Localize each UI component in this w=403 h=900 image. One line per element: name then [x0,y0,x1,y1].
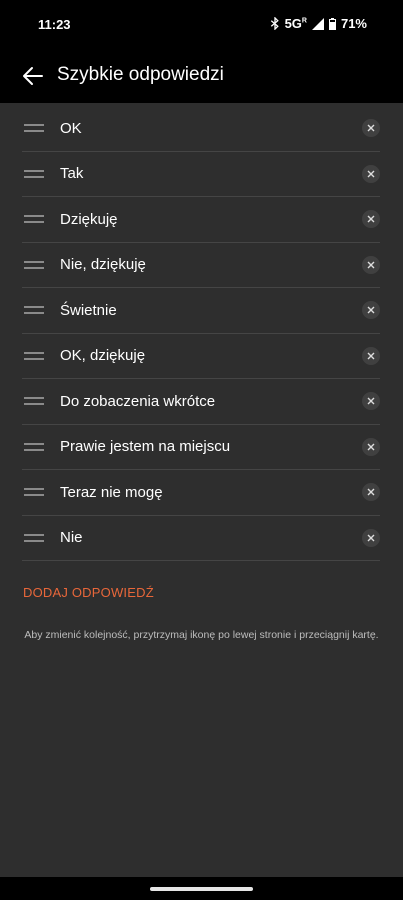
drag-handle-icon[interactable] [24,215,44,224]
bluetooth-icon [270,17,279,30]
network-type: 5GR [284,16,307,31]
navigation-bar [0,877,403,900]
list-item: Dziękuję [22,197,380,243]
status-icons: 5GR 71% [270,16,367,31]
page-title: Szybkie odpowiedzi [57,64,224,85]
drag-handle-icon[interactable] [24,124,44,133]
reply-label[interactable]: OK [60,120,82,137]
reply-label[interactable]: Tak [60,165,83,182]
reply-label[interactable]: OK, dziękuję [60,347,145,364]
drag-handle-icon[interactable] [24,397,44,406]
reply-label[interactable]: Do zobaczenia wkrótce [60,393,215,410]
close-icon[interactable] [362,301,380,320]
close-icon[interactable] [362,164,380,183]
status-time: 11:23 [38,17,71,32]
list-item: Świetnie [22,288,380,334]
list-item: Prawie jestem na miejscu [22,425,380,470]
close-icon[interactable] [362,255,380,274]
battery-level: 71% [340,16,367,31]
close-icon[interactable] [362,210,380,229]
reorder-hint: Aby zmienić kolejność, przytrzymaj ikonę… [24,629,379,641]
reply-label[interactable]: Nie [60,529,83,546]
close-icon[interactable] [362,437,380,456]
drag-handle-icon[interactable] [24,488,44,497]
add-reply-button[interactable]: DODAJ ODPOWIEDŹ [23,585,154,600]
list-item: Teraz nie mogę [22,470,380,516]
drag-handle-icon[interactable] [24,169,44,178]
list-item: Tak [22,152,380,197]
reply-label[interactable]: Nie, dziękuję [60,256,146,273]
app-bar: Szybkie odpowiedzi [0,48,403,103]
content-area: OK Tak Dziękuję Nie, dziękuję Świetnie O… [0,103,403,877]
signal-icon [311,17,324,30]
list-item: OK [22,106,380,152]
reply-label[interactable]: Dziękuję [60,211,118,228]
battery-icon [328,17,336,30]
drag-handle-icon[interactable] [24,306,44,315]
drag-handle-icon[interactable] [24,442,44,451]
close-icon[interactable] [362,483,380,502]
close-icon[interactable] [362,528,380,547]
close-icon[interactable] [362,346,380,365]
list-item: Nie [22,516,380,561]
list-item: Do zobaczenia wkrótce [22,379,380,425]
reply-label[interactable]: Świetnie [60,302,117,319]
list-item: OK, dziękuję [22,334,380,379]
drag-handle-icon[interactable] [24,533,44,542]
close-icon[interactable] [362,392,380,411]
back-arrow-icon[interactable] [22,65,44,87]
reply-label[interactable]: Teraz nie mogę [60,484,163,501]
drag-handle-icon[interactable] [24,351,44,360]
reply-label[interactable]: Prawie jestem na miejscu [60,438,230,455]
close-icon[interactable] [362,119,380,138]
reply-list: OK Tak Dziękuję Nie, dziękuję Świetnie O… [22,106,380,561]
status-bar: 11:23 5GR 71% [0,0,403,48]
home-gesture-handle[interactable] [150,887,253,891]
drag-handle-icon[interactable] [24,260,44,269]
list-item: Nie, dziękuję [22,243,380,288]
